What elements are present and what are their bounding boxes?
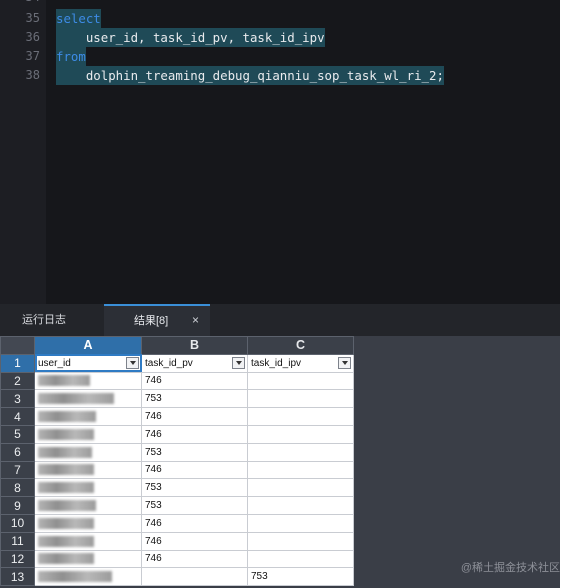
result-grid[interactable]: A B C 1 user_id task_id_pv task_id_ipv 2…: [0, 336, 560, 588]
line-number: 38: [25, 68, 40, 82]
task-id-pv-cell[interactable]: 746: [141, 371, 248, 391]
column-header-a[interactable]: A: [34, 336, 142, 355]
line-number: 36: [25, 30, 40, 44]
redacted-value: [38, 482, 94, 494]
redacted-value: [38, 411, 96, 423]
task-id-ipv-cell[interactable]: [247, 442, 354, 462]
task-id-pv-cell[interactable]: 746: [141, 513, 248, 533]
user-id-cell[interactable]: [34, 478, 142, 498]
field-name: task_id_pv: [145, 357, 193, 369]
code-line: 37 from: [0, 47, 560, 66]
column-header-b[interactable]: B: [141, 336, 248, 355]
user-id-cell[interactable]: [34, 549, 142, 569]
row-header[interactable]: 12: [0, 549, 35, 569]
watermark: @稀土掘金技术社区: [460, 562, 560, 574]
redacted-value: [38, 517, 94, 529]
user-id-cell[interactable]: [34, 389, 142, 409]
user-id-cell[interactable]: [34, 496, 142, 515]
field-name: user_id: [38, 357, 71, 369]
row-header[interactable]: 4: [0, 407, 35, 426]
redacted-value: [38, 571, 112, 583]
task-id-pv-cell[interactable]: 753: [141, 496, 248, 515]
sql-keyword-select: select: [56, 9, 101, 28]
redacted-value: [38, 428, 94, 440]
task-id-pv-cell[interactable]: 753: [141, 442, 248, 462]
redacted-value: [38, 553, 94, 565]
redacted-value: [38, 446, 92, 458]
result-tab-bar: 运行日志 结果[8] ×: [0, 304, 560, 336]
line-number: 37: [25, 49, 40, 63]
task-id-ipv-cell[interactable]: [247, 531, 354, 551]
user-id-cell[interactable]: [34, 371, 142, 391]
code-line: 35 select: [0, 9, 560, 28]
row-header[interactable]: 10: [0, 513, 35, 533]
row-header[interactable]: 6: [0, 442, 35, 462]
task-id-pv-cell[interactable]: 753: [141, 389, 248, 409]
redacted-value: [38, 375, 90, 387]
row-header[interactable]: 5: [0, 424, 35, 444]
task-id-ipv-cell[interactable]: [247, 513, 354, 533]
task-id-pv-cell[interactable]: 746: [141, 460, 248, 480]
spreadsheet: A B C 1 user_id task_id_pv task_id_ipv 2…: [0, 336, 354, 587]
sql-table-name: dolphin_treaming_debug_qianniu_sop_task_…: [56, 66, 444, 85]
row-header[interactable]: 7: [0, 460, 35, 480]
row-header[interactable]: 11: [0, 531, 35, 551]
task-id-pv-cell[interactable]: 753: [141, 478, 248, 498]
sql-editor[interactable]: 34 35 select 36 user_id, task_id_pv, tas…: [0, 0, 560, 304]
line-number: 35: [25, 11, 40, 25]
row-header[interactable]: 9: [0, 496, 35, 515]
row-header[interactable]: 1: [0, 353, 35, 373]
redacted-value: [38, 500, 96, 511]
task-id-ipv-cell[interactable]: 753: [247, 567, 354, 587]
field-name: task_id_ipv: [251, 357, 302, 369]
redacted-value: [38, 393, 114, 405]
user-id-cell[interactable]: [34, 531, 142, 551]
user-id-cell[interactable]: [34, 567, 142, 587]
line-number: 34: [0, 0, 40, 7]
select-all-corner[interactable]: [0, 336, 35, 355]
task-id-ipv-cell[interactable]: [247, 460, 354, 480]
task-id-pv-cell[interactable]: 746: [141, 407, 248, 426]
chevron-down-icon[interactable]: [338, 356, 351, 369]
task-id-ipv-cell[interactable]: [247, 549, 354, 569]
row-header[interactable]: 2: [0, 371, 35, 391]
redacted-value: [38, 535, 94, 547]
code-line: 34: [0, 0, 560, 7]
user-id-cell[interactable]: [34, 442, 142, 462]
filter-cell-user-id[interactable]: user_id: [34, 353, 142, 373]
task-id-ipv-cell[interactable]: [247, 496, 354, 515]
filter-cell-task-id-ipv[interactable]: task_id_ipv: [247, 353, 354, 373]
row-header[interactable]: 8: [0, 478, 35, 498]
task-id-ipv-cell[interactable]: [247, 407, 354, 426]
chevron-down-icon[interactable]: [126, 356, 139, 369]
task-id-pv-cell[interactable]: 746: [141, 549, 248, 569]
filter-cell-task-id-pv[interactable]: task_id_pv: [141, 353, 248, 373]
tab-result-label: 结果[8]: [134, 315, 169, 327]
close-icon[interactable]: ×: [192, 304, 199, 336]
task-id-pv-cell[interactable]: 746: [141, 424, 248, 444]
user-id-cell[interactable]: [34, 513, 142, 533]
chevron-down-icon[interactable]: [232, 356, 245, 369]
task-id-ipv-cell[interactable]: [247, 478, 354, 498]
row-header[interactable]: 13: [0, 567, 35, 587]
task-id-ipv-cell[interactable]: [247, 389, 354, 409]
row-header[interactable]: 3: [0, 389, 35, 409]
sql-keyword-from: from: [56, 47, 86, 66]
sql-column-list: user_id, task_id_pv, task_id_ipv: [56, 28, 325, 47]
column-header-c[interactable]: C: [247, 336, 354, 355]
task-id-pv-cell[interactable]: 746: [141, 531, 248, 551]
task-id-ipv-cell[interactable]: [247, 371, 354, 391]
user-id-cell[interactable]: [34, 407, 142, 426]
user-id-cell[interactable]: [34, 460, 142, 480]
code-line: 36 user_id, task_id_pv, task_id_ipv: [0, 28, 560, 47]
task-id-ipv-cell[interactable]: [247, 424, 354, 444]
user-id-cell[interactable]: [34, 424, 142, 444]
redacted-value: [38, 464, 94, 476]
code-line: 38 dolphin_treaming_debug_qianniu_sop_ta…: [0, 66, 560, 85]
tab-run-log[interactable]: 运行日志: [22, 304, 66, 336]
task-id-pv-cell[interactable]: [141, 567, 248, 587]
